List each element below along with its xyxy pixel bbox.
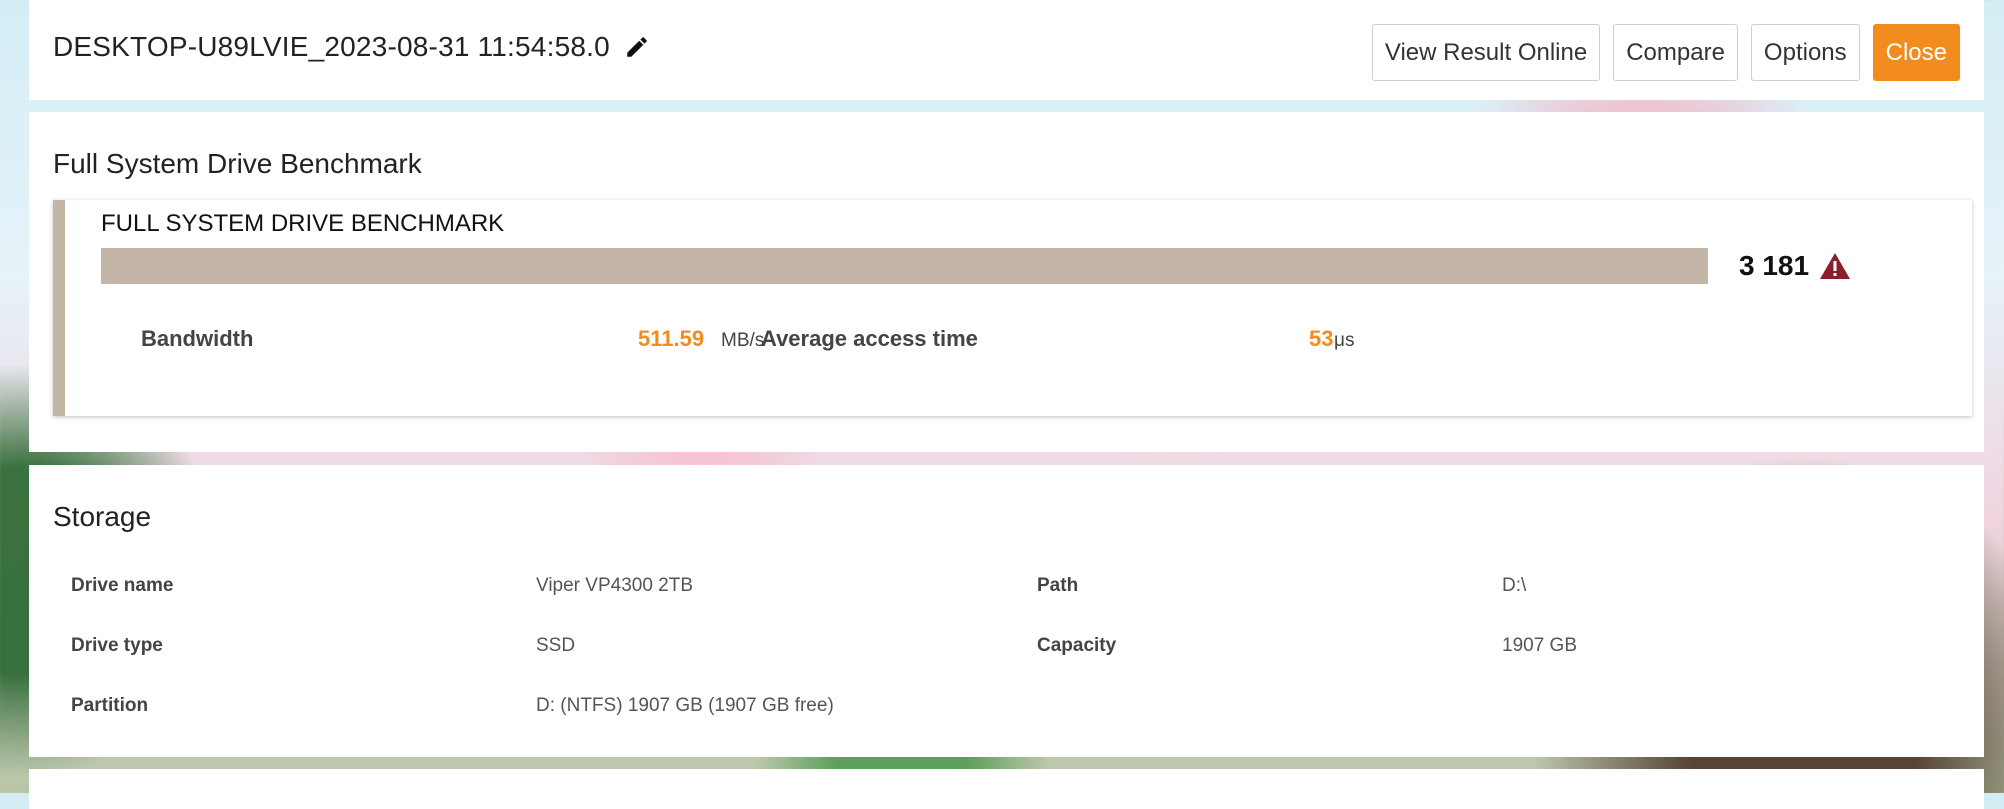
capacity-label: Capacity (1037, 635, 1117, 656)
benchmark-score: 3 181 (1739, 250, 1810, 281)
options-button[interactable]: Options (1750, 24, 1860, 81)
title-area: DESKTOP-U89LVIE_2023-08-31 11:54:58.0 (53, 31, 650, 63)
drive-type-value: SSD (536, 635, 576, 656)
partition-value: D: (NTFS) 1907 GB (1907 GB free) (536, 695, 834, 716)
bandwidth-value: 511.59 (638, 326, 705, 351)
storage-card: Storage Drive name Viper VP4300 2TB Path… (29, 465, 1984, 757)
warning-triangle-icon[interactable] (1819, 252, 1851, 280)
benchmark-panel: FULL SYSTEM DRIVE BENCHMARK 3 181 Bandwi… (53, 200, 1972, 416)
close-button[interactable]: Close (1872, 24, 1960, 81)
access-time-value: 53 (1309, 326, 1334, 351)
result-header: DESKTOP-U89LVIE_2023-08-31 11:54:58.0 Vi… (29, 0, 1984, 100)
access-time-label: Average access time (761, 326, 978, 351)
partition-label: Partition (71, 695, 149, 716)
view-result-online-button[interactable]: View Result Online (1371, 24, 1601, 81)
next-section-card (29, 769, 1984, 809)
access-time-unit: μs (1334, 330, 1355, 351)
score-bar (101, 248, 1708, 284)
compare-button[interactable]: Compare (1613, 24, 1738, 81)
score-area: 3 181 (1739, 248, 1851, 284)
drive-name-value: Viper VP4300 2TB (536, 575, 694, 596)
drive-name-label: Drive name (71, 575, 174, 596)
header-buttons: View Result Online Compare Options Close (1371, 24, 1960, 81)
pencil-icon[interactable] (624, 34, 650, 60)
drive-type-label: Drive type (71, 635, 163, 656)
bandwidth-unit: MB/s (721, 330, 765, 351)
capacity-value: 1907 GB (1502, 635, 1577, 656)
benchmark-section-title: Full System Drive Benchmark (53, 148, 422, 179)
benchmark-panel-title: FULL SYSTEM DRIVE BENCHMARK (101, 210, 505, 237)
path-value: D:\ (1502, 575, 1527, 596)
result-title: DESKTOP-U89LVIE_2023-08-31 11:54:58.0 (53, 31, 610, 62)
path-label: Path (1037, 575, 1079, 596)
benchmark-card: Full System Drive Benchmark FULL SYSTEM … (29, 112, 1984, 452)
storage-section-title: Storage (53, 501, 152, 532)
bandwidth-label: Bandwidth (141, 326, 254, 351)
